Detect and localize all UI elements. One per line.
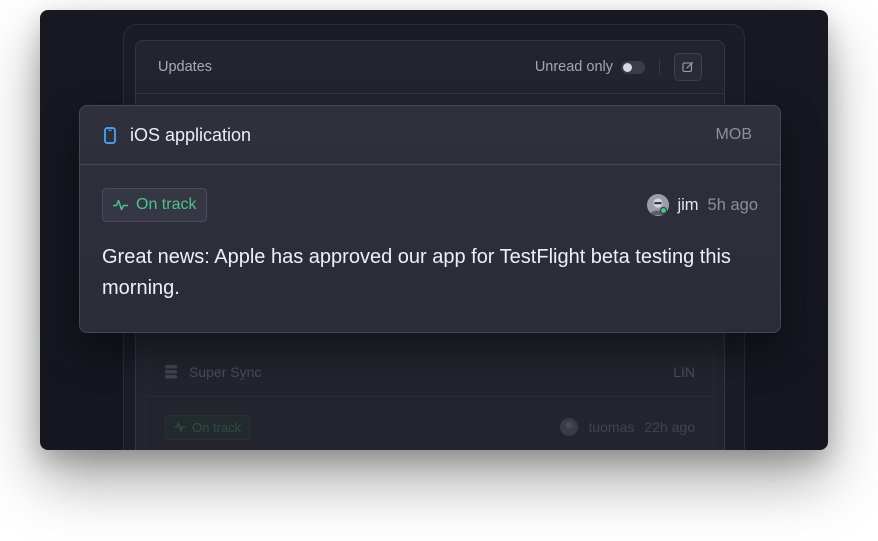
update-card-faded[interactable]: Super Sync LIN On track tuomas 22h ago bbox=[146, 347, 714, 450]
project-name[interactable]: iOS application bbox=[130, 125, 251, 146]
update-card[interactable]: iOS application MOB On track jim 5h ago … bbox=[79, 105, 781, 333]
card-body: On track jim 5h ago Great news: Apple ha… bbox=[80, 165, 780, 304]
status-label: On track bbox=[136, 196, 197, 213]
status-badge[interactable]: On track bbox=[102, 188, 208, 222]
faded-time: 22h ago bbox=[644, 419, 695, 435]
update-time: 5h ago bbox=[707, 195, 758, 214]
faded-project-code: LIN bbox=[673, 364, 695, 380]
faded-author: tuomas bbox=[588, 419, 635, 435]
faded-status-label: On track bbox=[192, 419, 242, 435]
update-message: Great news: Apple has approved our app f… bbox=[102, 246, 731, 299]
unread-only-filter[interactable]: Unread only bbox=[535, 59, 645, 75]
faded-status-badge: On track bbox=[165, 414, 251, 440]
project-code: MOB bbox=[715, 126, 752, 143]
header-divider bbox=[659, 59, 660, 75]
updates-header: Updates Unread only bbox=[136, 41, 724, 94]
faded-card-header: Super Sync LIN bbox=[147, 348, 713, 397]
unread-only-label: Unread only bbox=[534, 59, 613, 75]
faded-avatar bbox=[560, 418, 579, 436]
new-update-button[interactable] bbox=[674, 53, 702, 81]
avatar[interactable] bbox=[647, 194, 670, 216]
faded-project-name: Super Sync bbox=[189, 364, 262, 380]
updates-title: Updates bbox=[158, 59, 213, 75]
card-header: iOS application MOB bbox=[80, 106, 780, 165]
activity-icon bbox=[174, 422, 186, 432]
faded-card-body: On track tuomas 22h ago bbox=[147, 397, 713, 450]
database-icon bbox=[165, 365, 177, 379]
update-meta-row: On track jim 5h ago bbox=[102, 188, 758, 222]
author-name[interactable]: jim bbox=[677, 196, 698, 215]
activity-icon bbox=[113, 199, 128, 211]
unread-only-toggle[interactable] bbox=[621, 60, 645, 74]
mobile-phone-icon bbox=[104, 126, 116, 144]
edit-icon bbox=[682, 61, 694, 73]
